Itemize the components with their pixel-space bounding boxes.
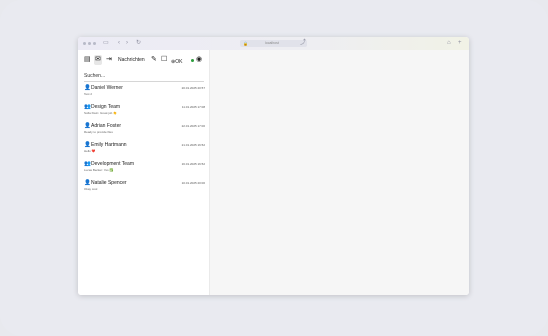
chat-list-item[interactable]: 👥 Development Team 16.01.2025 16:52 Luca… — [78, 159, 209, 178]
logout-icon[interactable]: ⇥ — [106, 55, 112, 65]
window-close-dot[interactable] — [83, 42, 86, 45]
address-url: localhost — [265, 41, 279, 45]
chat-preview: Okay cool — [84, 187, 98, 191]
sidebar-toolbar: ▤ ✉ ⇥ Nachrichten ✎ ☐ ⊕OK ◉ — [78, 50, 209, 70]
chat-time: 10.01.2025 20:00 — [181, 181, 205, 185]
person-icon: 👤 — [84, 180, 91, 186]
sidebar-toggle-icon[interactable]: ▭ — [103, 39, 109, 48]
reload-icon[interactable]: ↻ — [136, 39, 141, 48]
chat-preview: Lucas Becker: Yes ✅ — [84, 168, 114, 172]
person-icon: 👤 — [84, 85, 91, 91]
chat-list-item[interactable]: 👤 Daniel Werner 20.01.2025 20:57 Test 2 — [78, 83, 209, 102]
nav-title: Nachrichten — [118, 57, 145, 63]
chat-name: Emily Hartmann — [91, 142, 127, 148]
chat-list-item[interactable]: 👤 Natalie Spencer 10.01.2025 20:00 Okay … — [78, 178, 209, 197]
chat-list-item[interactable]: 👥 Design Team 11.01.2025 17:08 Sofia Kle… — [78, 102, 209, 121]
profile-icon[interactable]: ◉ — [196, 55, 202, 65]
browser-window: ▭ ‹ › ↻ 🔒 localhost ⤴ ⌂ + ▤ ✉ ⇥ Nachrich… — [78, 37, 469, 295]
online-indicator — [191, 59, 194, 62]
group-chat-icon[interactable]: ☐ — [161, 55, 167, 65]
chat-preview: Test 2 — [84, 92, 93, 96]
chat-time: 22.01.2025 17:00 — [181, 124, 205, 128]
chat-time: 20.01.2025 20:57 — [181, 86, 205, 90]
share-icon[interactable]: ⤴ — [300, 39, 306, 48]
chat-name: Daniel Werner — [91, 85, 123, 91]
window-maximize-dot[interactable] — [93, 42, 96, 45]
group-icon: 👥 — [84, 104, 91, 110]
browser-titlebar: ▭ ‹ › ↻ 🔒 localhost ⤴ ⌂ + — [78, 37, 469, 51]
screenshot-backdrop: ▭ ‹ › ↻ 🔒 localhost ⤴ ⌂ + ▤ ✉ ⇥ Nachrich… — [0, 0, 548, 336]
app-page: ▤ ✉ ⇥ Nachrichten ✎ ☐ ⊕OK ◉ Suchen... 👤 … — [78, 50, 469, 295]
search-underline — [84, 81, 204, 82]
back-arrow-icon[interactable]: ‹ — [118, 39, 120, 48]
person-icon: 👤 — [84, 123, 91, 129]
chat-time: 16.01.2025 16:52 — [181, 162, 205, 166]
chat-preview: Hello ❤️ — [84, 149, 96, 153]
chat-list-item[interactable]: 👤 Emily Hartmann 21.01.2025 16:52 Hello … — [78, 140, 209, 159]
chat-preview: Sofia Klein: Great job 👏 — [84, 111, 117, 115]
chat-time: 21.01.2025 16:52 — [181, 143, 205, 147]
status-text: OK — [175, 59, 183, 65]
forward-arrow-icon[interactable]: › — [126, 39, 128, 48]
address-bar[interactable]: 🔒 localhost — [240, 40, 307, 47]
window-minimize-dot[interactable] — [88, 42, 91, 45]
chat-name: Development Team — [91, 161, 134, 167]
search-input[interactable]: Suchen... — [84, 72, 202, 80]
group-icon: 👥 — [84, 161, 91, 167]
chat-sidebar: ▤ ✉ ⇥ Nachrichten ✎ ☐ ⊕OK ◉ Suchen... 👤 … — [78, 50, 210, 295]
chat-name: Adrian Foster — [91, 123, 122, 129]
chat-name: Design Team — [91, 104, 121, 110]
new-tab-icon[interactable]: + — [458, 39, 462, 48]
messages-icon[interactable]: ✉ — [94, 55, 102, 65]
compose-icon[interactable]: ✎ — [151, 55, 157, 65]
chat-preview: Ready to provide files — [84, 130, 113, 134]
chat-list-item[interactable]: 👤 Adrian Foster 22.01.2025 17:00 Ready t… — [78, 121, 209, 140]
conversation-pane — [210, 50, 469, 295]
chat-name: Natalie Spencer — [91, 180, 127, 186]
lock-icon: 🔒 — [243, 41, 248, 46]
contacts-icon[interactable]: ▤ — [84, 55, 91, 65]
person-icon: 👤 — [84, 142, 91, 148]
connection-status[interactable]: ⊕OK — [171, 57, 182, 67]
chat-time: 11.01.2025 17:08 — [181, 105, 205, 109]
home-icon[interactable]: ⌂ — [447, 39, 451, 48]
